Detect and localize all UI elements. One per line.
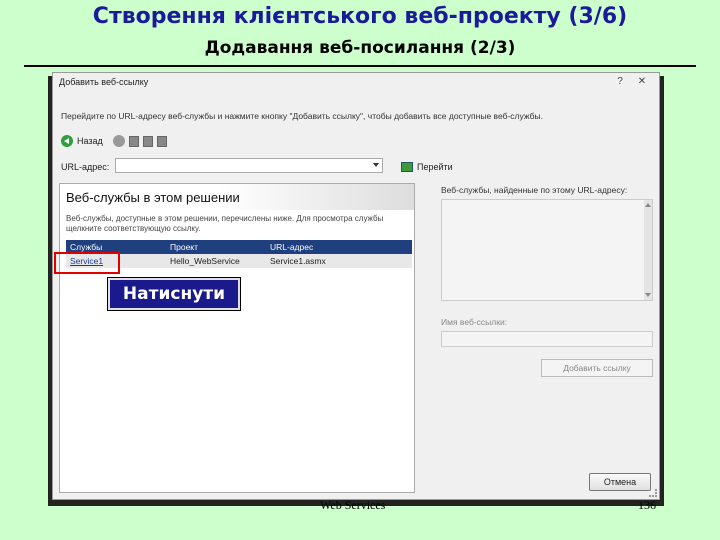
add-reference-button[interactable]: Добавить ссылку <box>541 359 653 377</box>
instruction-text: Перейдите по URL-адресу веб-службы и наж… <box>61 111 543 121</box>
column-project: Проект <box>170 242 198 252</box>
dialog-title: Добавить веб-ссылку <box>59 77 149 87</box>
close-button[interactable]: ✕ <box>633 75 651 89</box>
title-divider <box>24 65 696 67</box>
home-icon[interactable] <box>156 135 167 147</box>
page-number: 136 <box>638 498 656 512</box>
go-arrow-icon[interactable] <box>401 162 413 172</box>
back-arrow-icon[interactable] <box>61 135 73 147</box>
forward-arrow-icon[interactable] <box>112 135 125 147</box>
back-button-label[interactable]: Назад <box>77 136 103 146</box>
found-services-label: Веб-службы, найденные по этому URL-адрес… <box>441 185 628 195</box>
cancel-button[interactable]: Отмена <box>589 473 651 491</box>
pane-heading: Веб-службы в этом решении <box>66 190 240 205</box>
refresh-icon[interactable] <box>142 135 153 147</box>
callout-label: Натиснути <box>107 277 241 311</box>
row-project: Hello_WebService <box>170 256 240 266</box>
url-label: URL-адрес: <box>61 162 110 172</box>
row-url: Service1.asmx <box>270 256 326 266</box>
help-button[interactable]: ? <box>611 75 629 89</box>
column-services: Службы <box>70 242 103 252</box>
navigation-toolbar: Назад <box>61 133 167 149</box>
pane-banner: Веб-службы в этом решении <box>60 184 414 210</box>
reference-name-label: Имя веб-ссылки: <box>441 317 508 327</box>
dropdown-arrow-icon[interactable] <box>373 163 379 167</box>
dialog-titlebar: Добавить веб-ссылку ? ✕ <box>53 73 659 93</box>
slide-subtitle: Додавання веб-посилання (2/3) <box>204 38 516 58</box>
slide-title: Створення клієнтського веб-проекту (3/6) <box>92 4 628 29</box>
url-input[interactable] <box>115 158 383 173</box>
resize-grip-icon[interactable] <box>649 489 657 497</box>
slide-footer: Web Services <box>320 498 386 512</box>
column-url: URL-адрес <box>270 242 314 252</box>
services-browser-pane: Веб-службы в этом решении Веб-службы, до… <box>59 183 415 493</box>
go-button[interactable]: Перейти <box>417 162 453 172</box>
highlight-box <box>54 252 120 274</box>
scrollbar[interactable] <box>644 200 652 300</box>
pane-description: Веб-службы, доступные в этом решении, пе… <box>66 214 384 233</box>
reference-name-input[interactable] <box>441 331 653 347</box>
found-services-list[interactable] <box>441 199 653 301</box>
stop-icon[interactable] <box>128 135 139 147</box>
